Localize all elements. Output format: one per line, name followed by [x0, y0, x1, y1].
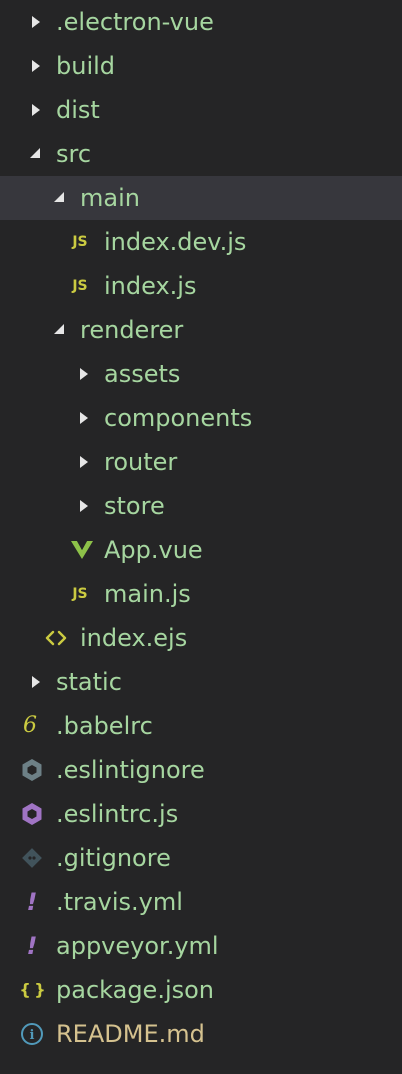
tree-item-label: .eslintignore: [56, 756, 205, 784]
babel-icon: 6: [23, 713, 37, 738]
info-icon-glyph: i: [30, 1028, 35, 1043]
vue-icon: [70, 528, 94, 572]
tree-item-label: README.md: [56, 1020, 205, 1048]
tree-item-readme-md[interactable]: i README.md: [0, 1012, 402, 1056]
chevron-right-icon[interactable]: [72, 352, 96, 396]
javascript-icon: JS: [72, 278, 88, 294]
tree-item-app-vue[interactable]: App.vue: [0, 528, 402, 572]
file-explorer-tree: .electron-vue build dist src main JS ind…: [0, 0, 402, 1074]
tree-item-label: .eslintrc.js: [56, 800, 179, 828]
html-template-icon: [44, 616, 68, 660]
tree-item-eslintignore[interactable]: .eslintignore: [0, 748, 402, 792]
chevron-down-icon[interactable]: [24, 132, 48, 176]
tree-item-label: renderer: [80, 316, 184, 344]
tree-item-main-js[interactable]: JS main.js: [0, 572, 402, 616]
tree-item-main-folder[interactable]: main: [0, 176, 402, 220]
tree-item-label: build: [56, 52, 116, 80]
tree-item-label: index.ejs: [80, 624, 188, 652]
chevron-right-icon[interactable]: [24, 44, 48, 88]
tree-item-eslintrc-js[interactable]: .eslintrc.js: [0, 792, 402, 836]
tree-item-renderer-folder[interactable]: renderer: [0, 308, 402, 352]
tree-item-index-ejs[interactable]: index.ejs: [0, 616, 402, 660]
tree-item-label: assets: [104, 360, 181, 388]
eslint-ignore-icon: [20, 748, 44, 792]
tree-item-label: appveyor.yml: [56, 932, 219, 960]
yaml-icon: !: [26, 932, 38, 960]
chevron-down-icon[interactable]: [48, 176, 72, 220]
tree-item-label: main: [80, 184, 140, 212]
tree-item-label: dist: [56, 96, 100, 124]
tree-item-index-js[interactable]: JS index.js: [0, 264, 402, 308]
tree-item-label: .electron-vue: [56, 8, 214, 36]
tree-item-static-folder[interactable]: static: [0, 660, 402, 704]
tree-item-label: package.json: [56, 976, 215, 1004]
tree-item-store-folder[interactable]: store: [0, 484, 402, 528]
yaml-icon: !: [26, 888, 38, 916]
git-icon: [20, 836, 44, 880]
tree-item-appveyor-yml[interactable]: ! appveyor.yml: [0, 924, 402, 968]
tree-item-dist-folder[interactable]: dist: [0, 88, 402, 132]
chevron-right-icon[interactable]: [72, 440, 96, 484]
tree-item-label: index.dev.js: [104, 228, 247, 256]
chevron-right-icon[interactable]: [24, 88, 48, 132]
chevron-right-icon[interactable]: [24, 0, 48, 44]
tree-item-label: src: [56, 140, 92, 168]
javascript-icon: JS: [72, 586, 88, 602]
tree-item-babelrc[interactable]: 6 .babelrc: [0, 704, 402, 748]
tree-item-gitignore[interactable]: .gitignore: [0, 836, 402, 880]
chevron-right-icon[interactable]: [72, 396, 96, 440]
javascript-icon: JS: [72, 234, 88, 250]
chevron-right-icon[interactable]: [72, 484, 96, 528]
tree-item-index-dev-js[interactable]: JS index.dev.js: [0, 220, 402, 264]
tree-item-router-folder[interactable]: router: [0, 440, 402, 484]
tree-item-label: store: [104, 492, 165, 520]
tree-item-build-folder[interactable]: build: [0, 44, 402, 88]
tree-item-travis-yml[interactable]: ! .travis.yml: [0, 880, 402, 924]
json-icon: { }: [19, 980, 45, 999]
tree-item-label: App.vue: [104, 536, 203, 564]
chevron-down-icon[interactable]: [48, 308, 72, 352]
tree-item-electron-vue-folder[interactable]: .electron-vue: [0, 0, 402, 44]
tree-item-label: static: [56, 668, 122, 696]
tree-item-src-folder[interactable]: src: [0, 132, 402, 176]
tree-item-label: .babelrc: [56, 712, 153, 740]
tree-item-label: index.js: [104, 272, 197, 300]
tree-item-package-json[interactable]: { } package.json: [0, 968, 402, 1012]
tree-item-label: components: [104, 404, 253, 432]
eslint-icon: [20, 792, 44, 836]
tree-item-components-folder[interactable]: components: [0, 396, 402, 440]
tree-item-label: router: [104, 448, 178, 476]
tree-item-label: .gitignore: [56, 844, 171, 872]
chevron-right-icon[interactable]: [24, 660, 48, 704]
tree-item-label: main.js: [104, 580, 191, 608]
tree-item-label: .travis.yml: [56, 888, 183, 916]
tree-item-assets-folder[interactable]: assets: [0, 352, 402, 396]
info-icon: i: [20, 1012, 44, 1056]
